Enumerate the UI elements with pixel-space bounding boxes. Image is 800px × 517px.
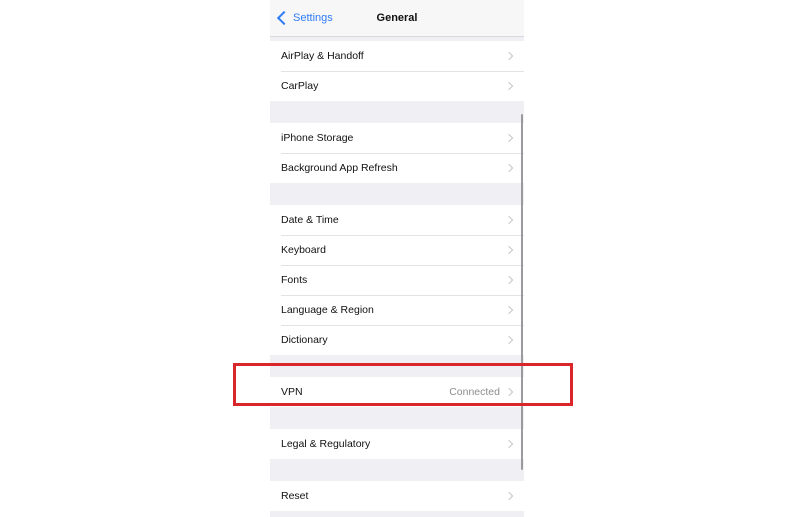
chevron-right-icon bbox=[504, 335, 514, 345]
row-iphone-storage[interactable]: iPhone Storage bbox=[270, 123, 524, 153]
chevron-right-icon bbox=[504, 275, 514, 285]
chevron-right-icon bbox=[504, 305, 514, 315]
row-carplay[interactable]: CarPlay bbox=[270, 71, 524, 101]
row-legal-regulatory[interactable]: Legal & Regulatory bbox=[270, 429, 524, 459]
row-label: Language & Region bbox=[281, 304, 374, 316]
row-reset[interactable]: Reset bbox=[270, 481, 524, 511]
row-keyboard[interactable]: Keyboard bbox=[270, 235, 524, 265]
settings-group-airplay: AirPlay & Handoff CarPlay bbox=[270, 41, 524, 101]
row-label: AirPlay & Handoff bbox=[281, 50, 364, 62]
chevron-right-icon bbox=[504, 133, 514, 143]
row-label: Reset bbox=[281, 490, 309, 502]
row-background-app-refresh[interactable]: Background App Refresh bbox=[270, 153, 524, 183]
row-airplay-handoff[interactable]: AirPlay & Handoff bbox=[270, 41, 524, 71]
row-label: Keyboard bbox=[281, 244, 326, 256]
row-label: Legal & Regulatory bbox=[281, 438, 371, 450]
row-dictionary[interactable]: Dictionary bbox=[270, 325, 524, 355]
navigation-bar: Settings General bbox=[270, 0, 524, 37]
page-title: General bbox=[376, 12, 418, 24]
row-language-region[interactable]: Language & Region bbox=[270, 295, 524, 325]
row-label: CarPlay bbox=[281, 80, 319, 92]
settings-group-storage: iPhone Storage Background App Refresh bbox=[270, 123, 524, 183]
chevron-right-icon bbox=[504, 491, 514, 501]
chevron-right-icon bbox=[504, 245, 514, 255]
row-label: Date & Time bbox=[281, 214, 339, 226]
row-label: iPhone Storage bbox=[281, 132, 354, 144]
row-label: Fonts bbox=[281, 274, 308, 286]
chevron-right-icon bbox=[504, 51, 514, 61]
chevron-right-icon bbox=[504, 439, 514, 449]
row-date-time[interactable]: Date & Time bbox=[270, 205, 524, 235]
chevron-right-icon bbox=[504, 215, 514, 225]
row-label: Dictionary bbox=[281, 334, 328, 346]
settings-group-reset: Reset bbox=[270, 481, 524, 511]
chevron-right-icon bbox=[504, 81, 514, 91]
row-fonts[interactable]: Fonts bbox=[270, 265, 524, 295]
scrollbar[interactable] bbox=[521, 114, 523, 470]
settings-group-legal: Legal & Regulatory bbox=[270, 429, 524, 459]
settings-screen: Settings General AirPlay & Handoff CarPl… bbox=[270, 0, 524, 517]
chevron-right-icon bbox=[504, 163, 514, 173]
vpn-highlight-annotation bbox=[233, 363, 573, 406]
settings-group-locale: Date & Time Keyboard Fonts Language & Re… bbox=[270, 205, 524, 355]
row-label: Background App Refresh bbox=[281, 162, 398, 174]
screenshot-canvas: Settings General AirPlay & Handoff CarPl… bbox=[0, 0, 800, 517]
